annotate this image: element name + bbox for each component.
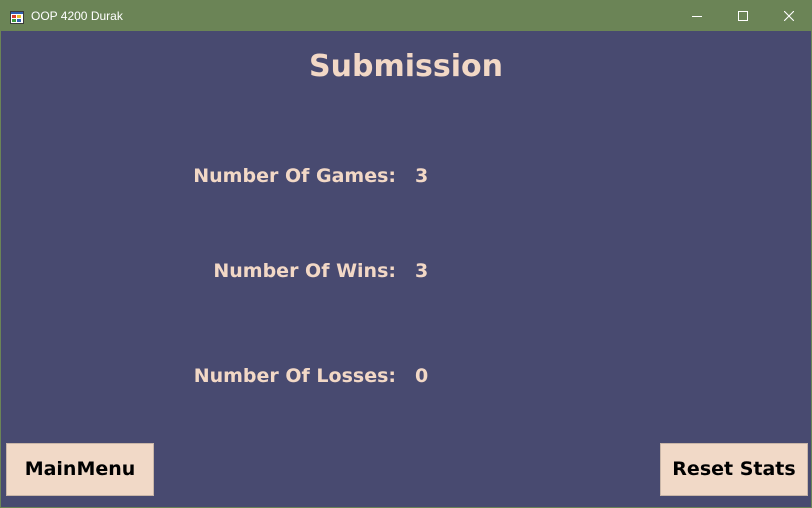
games-label: Number Of Games: (193, 165, 396, 187)
losses-label: Number Of Losses: (193, 365, 396, 387)
app-window: OOP 4200 Durak Submission Number Of Game… (0, 0, 812, 508)
close-button[interactable] (766, 1, 812, 31)
app-window-icon[interactable] (10, 9, 24, 24)
games-value: 3 (415, 165, 429, 187)
minimize-icon (692, 16, 702, 17)
title-bar[interactable]: OOP 4200 Durak (1, 1, 811, 31)
wins-label: Number Of Wins: (213, 260, 396, 282)
main-menu-button[interactable]: MainMenu (6, 443, 154, 496)
page-title: Submission (309, 49, 503, 84)
window-title: OOP 4200 Durak (31, 9, 123, 23)
losses-value: 0 (415, 365, 429, 387)
maximize-icon (738, 11, 748, 21)
close-icon (784, 11, 794, 21)
maximize-button[interactable] (720, 1, 766, 31)
minimize-button[interactable] (674, 1, 720, 31)
reset-stats-button[interactable]: Reset Stats (660, 443, 808, 496)
wins-value: 3 (415, 260, 429, 282)
